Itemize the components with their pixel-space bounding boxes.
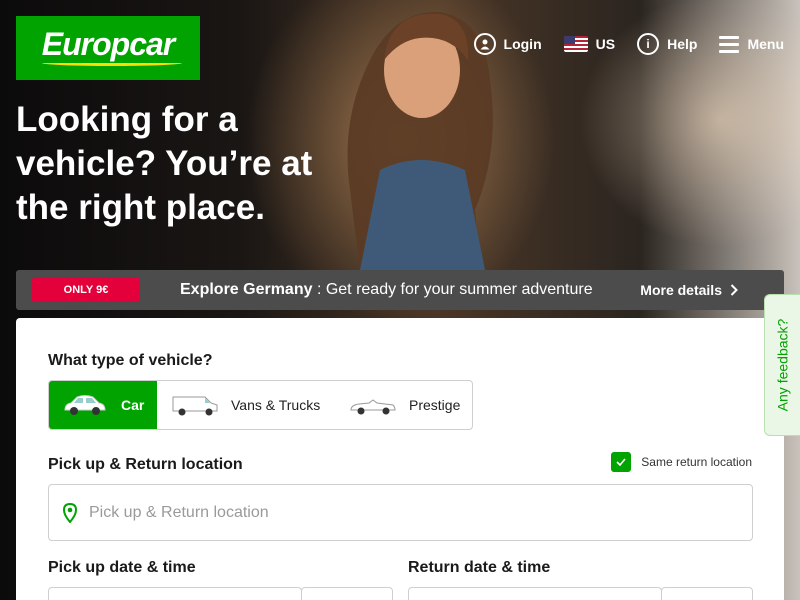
vehicle-type-car[interactable]: Car	[49, 381, 157, 429]
vehicle-type-vans[interactable]: Vans & Trucks	[157, 381, 337, 429]
menu-button[interactable]: Menu	[719, 35, 784, 53]
vehicle-type-label: What type of vehicle?	[48, 352, 213, 369]
location-label: Pick up & Return location	[48, 456, 243, 473]
user-icon	[473, 33, 496, 55]
menu-label: Menu	[747, 36, 784, 52]
country-label: US	[595, 36, 616, 52]
vehicle-type-prestige[interactable]: Prestige	[337, 381, 472, 429]
help-button[interactable]: i Help	[637, 33, 697, 55]
feedback-label: Any feedback?	[774, 318, 791, 412]
help-label: Help	[667, 36, 698, 52]
promo-banner: ONLY 9€ Explore Germany : Get ready for …	[16, 270, 784, 310]
van-icon	[172, 396, 218, 416]
return-date-label: Return date & time	[408, 559, 551, 576]
more-details-link[interactable]: More details	[640, 282, 738, 298]
booking-form: What type of vehicle? Car Vans & Trucks	[16, 318, 784, 600]
vehicle-type-selector: Car Vans & Trucks Prestige	[48, 380, 473, 430]
chevron-right-icon	[730, 284, 738, 296]
convertible-icon	[350, 399, 396, 415]
vehicle-type-car-label: Car	[121, 397, 145, 413]
country-selector[interactable]: US	[563, 36, 616, 52]
login-label: Login	[503, 36, 542, 52]
login-button[interactable]: Login	[473, 33, 542, 55]
car-icon	[64, 395, 106, 415]
top-navigation: Login US i Help Menu	[473, 33, 784, 55]
same-return-checkbox[interactable]	[611, 452, 632, 472]
promo-description: : Get ready for your summer adventure	[312, 281, 593, 298]
same-return-label: Same return location	[641, 455, 752, 469]
return-time-input[interactable]	[661, 587, 753, 600]
return-date-input[interactable]	[408, 587, 662, 600]
pickup-date-label: Pick up date & time	[48, 559, 196, 576]
europcar-logo[interactable]: Europcar	[16, 16, 200, 80]
info-icon: i	[637, 33, 660, 55]
location-input[interactable]	[89, 503, 709, 522]
promo-text: Explore Germany : Get ready for your sum…	[180, 281, 593, 299]
location-field	[48, 484, 753, 541]
hero-headline: Looking for a vehicle? You’re at the rig…	[16, 100, 313, 227]
logo-text: Europcar	[41, 25, 175, 62]
vehicle-type-vans-label: Vans & Trucks	[231, 397, 321, 413]
us-flag-icon	[563, 36, 588, 52]
checkmark-icon	[616, 458, 626, 466]
location-pin-icon	[63, 502, 77, 523]
pickup-date-input[interactable]	[48, 587, 302, 600]
promo-title: Explore Germany	[180, 281, 313, 298]
logo-swoosh	[42, 60, 182, 66]
same-return-option[interactable]: Same return location	[611, 452, 752, 472]
promo-badge: ONLY 9€	[32, 278, 140, 302]
vehicle-type-prestige-label: Prestige	[409, 397, 461, 413]
feedback-tab[interactable]: Any feedback?	[764, 294, 800, 436]
more-details-label: More details	[640, 282, 722, 298]
hamburger-icon	[719, 35, 740, 53]
pickup-time-input[interactable]	[301, 587, 393, 600]
